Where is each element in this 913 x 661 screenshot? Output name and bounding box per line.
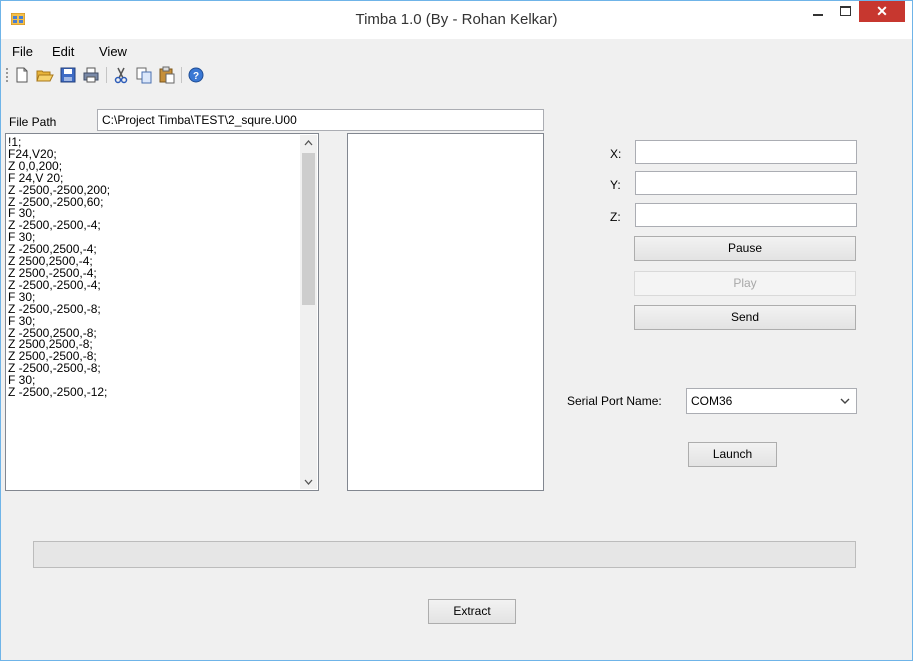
z-label: Z:	[610, 210, 621, 224]
progress-bar	[33, 541, 856, 568]
chevron-down-icon	[840, 398, 850, 404]
open-folder-icon[interactable]	[36, 66, 54, 84]
serial-port-value: COM36	[691, 394, 733, 408]
z-input[interactable]	[635, 203, 857, 227]
menu-edit[interactable]: Edit	[52, 44, 74, 59]
serial-port-select[interactable]: COM36	[686, 388, 857, 414]
scrollbar-thumb[interactable]	[302, 153, 315, 305]
y-input[interactable]	[635, 171, 857, 195]
y-label: Y:	[610, 178, 621, 192]
gcode-textbox[interactable]: !1; F24,V20; Z 0,0,200; F 24,V 20; Z -2500,-…	[5, 133, 319, 491]
extract-button[interactable]: Extract	[428, 599, 516, 624]
play-button[interactable]: Play	[634, 271, 856, 296]
svg-text:?: ?	[193, 71, 199, 82]
print-icon[interactable]	[82, 66, 100, 84]
copy-icon[interactable]	[135, 66, 153, 84]
toolbar-separator	[181, 67, 182, 83]
file-path-label: File Path	[9, 115, 57, 129]
window-title: Timba 1.0 (By - Rohan Kelkar)	[355, 11, 558, 28]
code-line: Z -2500,-2500,-12;	[8, 385, 108, 400]
scroll-up-icon[interactable]	[304, 140, 313, 146]
close-button[interactable]: ✕	[859, 1, 905, 22]
title-bar[interactable]: Timba 1.0 (By - Rohan Kelkar) ✕	[1, 1, 912, 39]
app-window: Timba 1.0 (By - Rohan Kelkar) ✕ File Edi…	[0, 0, 913, 661]
gcode-lines: !1; F24,V20; Z 0,0,200; F 24,V 20; Z -2500,-…	[8, 136, 110, 400]
new-file-icon[interactable]	[13, 66, 31, 84]
save-icon[interactable]	[59, 66, 77, 84]
paste-icon[interactable]	[158, 66, 176, 84]
output-listbox[interactable]	[347, 133, 544, 491]
send-button[interactable]: Send	[634, 305, 856, 330]
x-label: X:	[610, 147, 622, 161]
scroll-down-icon[interactable]	[304, 479, 313, 485]
cut-icon[interactable]	[112, 66, 130, 84]
gcode-scrollbar[interactable]	[300, 135, 317, 489]
toolbar-grip[interactable]	[6, 68, 8, 84]
toolbar: ?	[1, 62, 912, 88]
serial-port-label: Serial Port Name:	[567, 394, 662, 408]
toolbar-separator	[106, 67, 107, 83]
launch-button[interactable]: Launch	[688, 442, 777, 467]
x-input[interactable]	[635, 140, 857, 164]
menu-bar: File Edit View	[1, 39, 912, 61]
menu-file[interactable]: File	[12, 44, 33, 59]
help-icon[interactable]: ?	[187, 66, 205, 84]
file-path-input[interactable]	[97, 109, 544, 131]
minimize-button[interactable]	[804, 1, 832, 23]
maximize-button[interactable]	[832, 1, 859, 23]
pause-button[interactable]: Pause	[634, 236, 856, 261]
menu-view[interactable]: View	[99, 44, 127, 59]
